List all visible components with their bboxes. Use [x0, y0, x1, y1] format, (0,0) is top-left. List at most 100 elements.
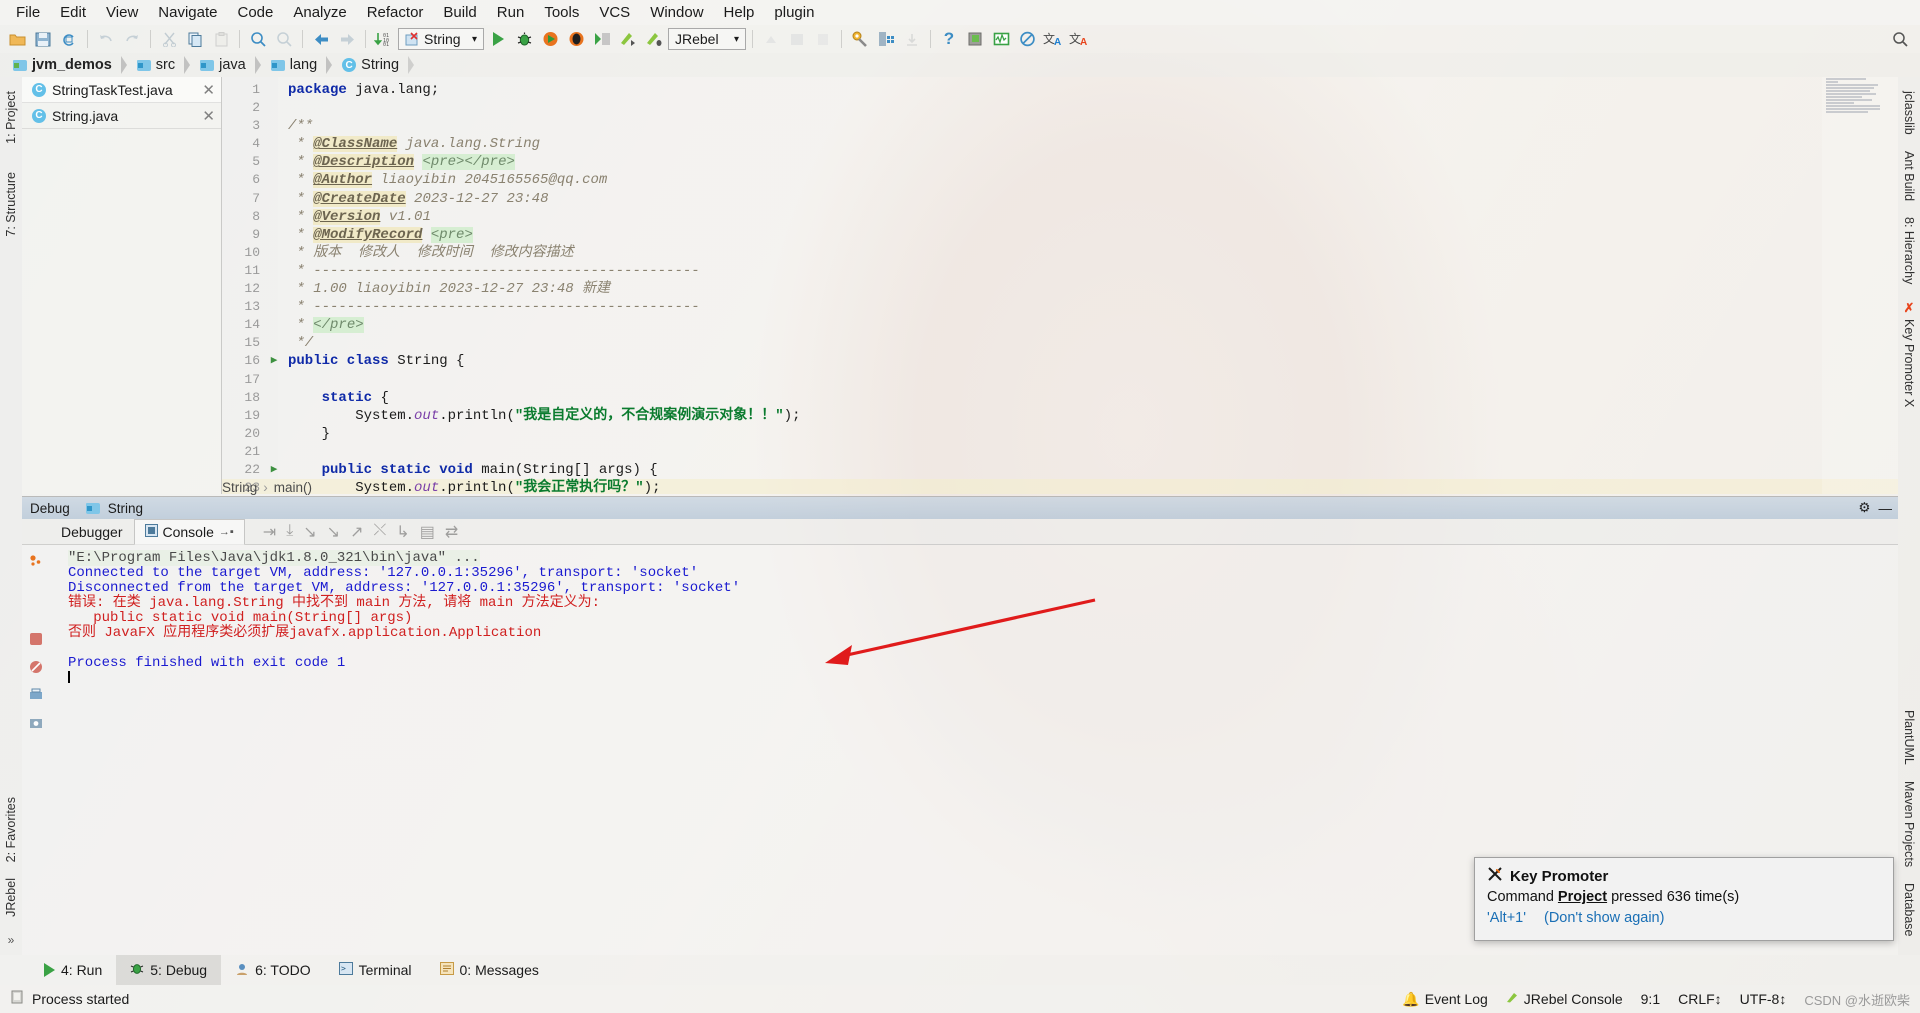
code-line[interactable]: 23 System.out.println("我会正常执行吗？");	[222, 479, 1898, 494]
code-line[interactable]: 19 System.out.println("我是自定义的，不合规案例演示对象！…	[222, 407, 1898, 425]
back-icon[interactable]	[309, 27, 333, 51]
jrebel-selector[interactable]: JRebel ▾	[668, 28, 746, 50]
sidebar-item-structure[interactable]: 7: Structure	[2, 164, 20, 245]
tab-debugger[interactable]: Debugger	[50, 519, 134, 545]
key-promoter-dismiss-link[interactable]: (Don't show again)	[1544, 910, 1664, 926]
bottom-tab-run[interactable]: 4: Run	[30, 955, 116, 985]
code-line[interactable]: 15 */	[222, 334, 1898, 352]
project-structure-icon[interactable]	[874, 27, 898, 51]
close-icon[interactable]: ✕	[202, 107, 215, 125]
sidebar-item-favorites[interactable]: 2: Favorites	[2, 789, 20, 870]
event-log-button[interactable]: 🔔 Event Log	[1402, 991, 1488, 1008]
menu-navigate[interactable]: Navigate	[148, 2, 227, 23]
bottom-tab-terminal[interactable]: > Terminal	[325, 955, 426, 985]
jrebel-run-icon[interactable]	[616, 27, 640, 51]
menu-build[interactable]: Build	[433, 2, 486, 23]
bottom-tab-messages[interactable]: 0: Messages	[426, 955, 553, 985]
file-tab-string[interactable]: C String.java ✕	[22, 103, 221, 129]
code-line[interactable]: 22 ▶ public static void main(String[] arg…	[222, 461, 1898, 479]
code-line[interactable]: 4 * @ClassName java.lang.String	[222, 135, 1898, 153]
bottom-tab-debug[interactable]: 5: Debug	[116, 955, 222, 985]
expand-strip-icon[interactable]: »	[8, 933, 15, 947]
stop-icon[interactable]	[28, 631, 44, 652]
print-icon[interactable]	[28, 687, 44, 708]
caret-position[interactable]: 9:1	[1641, 991, 1660, 1007]
settings-icon[interactable]	[28, 715, 44, 736]
code-line[interactable]: 2	[222, 99, 1898, 117]
line-separator[interactable]: CRLF↕	[1678, 991, 1722, 1007]
sidebar-item-ant-build[interactable]: Ant Build	[1900, 143, 1918, 209]
debug-icon[interactable]	[512, 27, 536, 51]
monitor-icon[interactable]	[989, 27, 1013, 51]
run-icon[interactable]	[486, 27, 510, 51]
gear-icon[interactable]: ⚙	[1858, 500, 1870, 516]
code-line[interactable]: 7 * @CreateDate 2023-12-27 23:48	[222, 190, 1898, 208]
breadcrumb-jvm-demos[interactable]: jvm_demos	[10, 56, 134, 74]
sidebar-item-hierarchy[interactable]: 8: Hierarchy	[1900, 209, 1918, 292]
menu-edit[interactable]: Edit	[50, 2, 96, 23]
menu-analyze[interactable]: Analyze	[283, 2, 356, 23]
copy-icon[interactable]	[183, 27, 207, 51]
mute-breakpoints-icon[interactable]	[28, 659, 44, 680]
code-line[interactable]: 21	[222, 443, 1898, 461]
menu-window[interactable]: Window	[640, 2, 713, 23]
code-editor[interactable]: 1 package java.lang; 2 3/** 4 * @ClassName j…	[222, 77, 1898, 494]
code-line[interactable]: 17	[222, 371, 1898, 389]
menu-refactor[interactable]: Refactor	[357, 2, 434, 23]
run-gutter-icon[interactable]: ▶	[266, 461, 282, 479]
menu-plugin[interactable]: plugin	[764, 2, 824, 23]
translate-blue-icon[interactable]: 文A	[1041, 27, 1065, 51]
code-line[interactable]: 3 /**	[222, 117, 1898, 135]
no-entry-icon[interactable]	[1015, 27, 1039, 51]
file-encoding[interactable]: UTF-8↕	[1740, 991, 1787, 1007]
jrebel-debug-icon[interactable]	[642, 27, 666, 51]
code-line[interactable]: 12 * 1.00 liaoyibin 2023-12-27 23:48 新建	[222, 280, 1898, 298]
find-icon[interactable]	[246, 27, 270, 51]
pin-tab-icon[interactable]: →▪	[219, 526, 234, 538]
close-icon[interactable]: ✕	[202, 81, 215, 99]
rerun-icon[interactable]	[28, 553, 44, 574]
menu-view[interactable]: View	[96, 2, 148, 23]
code-line[interactable]: 6 * @Author liaoyibin 2045165565@qq.com	[222, 171, 1898, 189]
run-coverage-icon[interactable]	[538, 27, 562, 51]
memory-save-icon[interactable]	[963, 27, 987, 51]
search-everywhere-icon[interactable]	[1888, 27, 1912, 51]
sidebar-item-key-promoter[interactable]: ✗ Key Promoter X	[1900, 292, 1919, 415]
jrebel-console-button[interactable]: JRebel Console	[1506, 991, 1623, 1007]
code-line[interactable]: 8 * @Version v1.01	[222, 208, 1898, 226]
menu-help[interactable]: Help	[714, 2, 765, 23]
menu-code[interactable]: Code	[227, 2, 283, 23]
sidebar-item-project[interactable]: 1: Project	[2, 83, 20, 152]
minimize-icon[interactable]: —	[1879, 501, 1893, 516]
translate-red-icon[interactable]: 文A	[1067, 27, 1091, 51]
chevron-down-icon[interactable]: ▾	[734, 34, 739, 45]
code-line[interactable]: 5 * @Description <pre></pre>	[222, 153, 1898, 171]
code-line[interactable]: 13 * -----------------------------------…	[222, 298, 1898, 316]
bottom-tab-todo[interactable]: 6: TODO	[221, 955, 325, 985]
tab-console[interactable]: Console →▪	[133, 518, 245, 545]
profile-icon[interactable]	[564, 27, 588, 51]
editor-breadcrumb-method[interactable]: main()	[274, 480, 312, 495]
file-tab-stringtasktest[interactable]: C StringTaskTest.java ✕	[22, 77, 221, 103]
menu-file[interactable]: File	[6, 2, 50, 23]
sidebar-item-plantuml[interactable]: PlantUML	[1900, 702, 1918, 773]
open-folder-icon[interactable]	[5, 27, 29, 51]
sidebar-item-database[interactable]: Database	[1900, 875, 1918, 945]
menu-run[interactable]: Run	[487, 2, 535, 23]
code-line[interactable]: 1 package java.lang;	[222, 81, 1898, 99]
run-configuration-selector[interactable]: String ▾	[398, 28, 484, 50]
sidebar-item-maven-projects[interactable]: Maven Projects	[1900, 773, 1918, 875]
code-line[interactable]: 14 * </pre>	[222, 316, 1898, 334]
breadcrumb-lang[interactable]: lang	[268, 56, 339, 74]
menu-vcs[interactable]: VCS	[589, 2, 640, 23]
breadcrumb-java[interactable]: java	[197, 56, 268, 74]
chevron-down-icon[interactable]: ▾	[472, 34, 477, 45]
breadcrumb-string[interactable]: C String	[339, 56, 421, 74]
error-stripe[interactable]	[1810, 77, 1822, 494]
code-line[interactable]: 18 static {	[222, 389, 1898, 407]
compile-icon[interactable]: 01 10 01	[372, 27, 396, 51]
menu-tools[interactable]: Tools	[534, 2, 589, 23]
editor-minimap[interactable]	[1822, 77, 1898, 494]
code-line[interactable]: 9 * @ModifyRecord <pre>	[222, 226, 1898, 244]
sidebar-item-jclasslib[interactable]: jclasslib	[1900, 83, 1918, 143]
